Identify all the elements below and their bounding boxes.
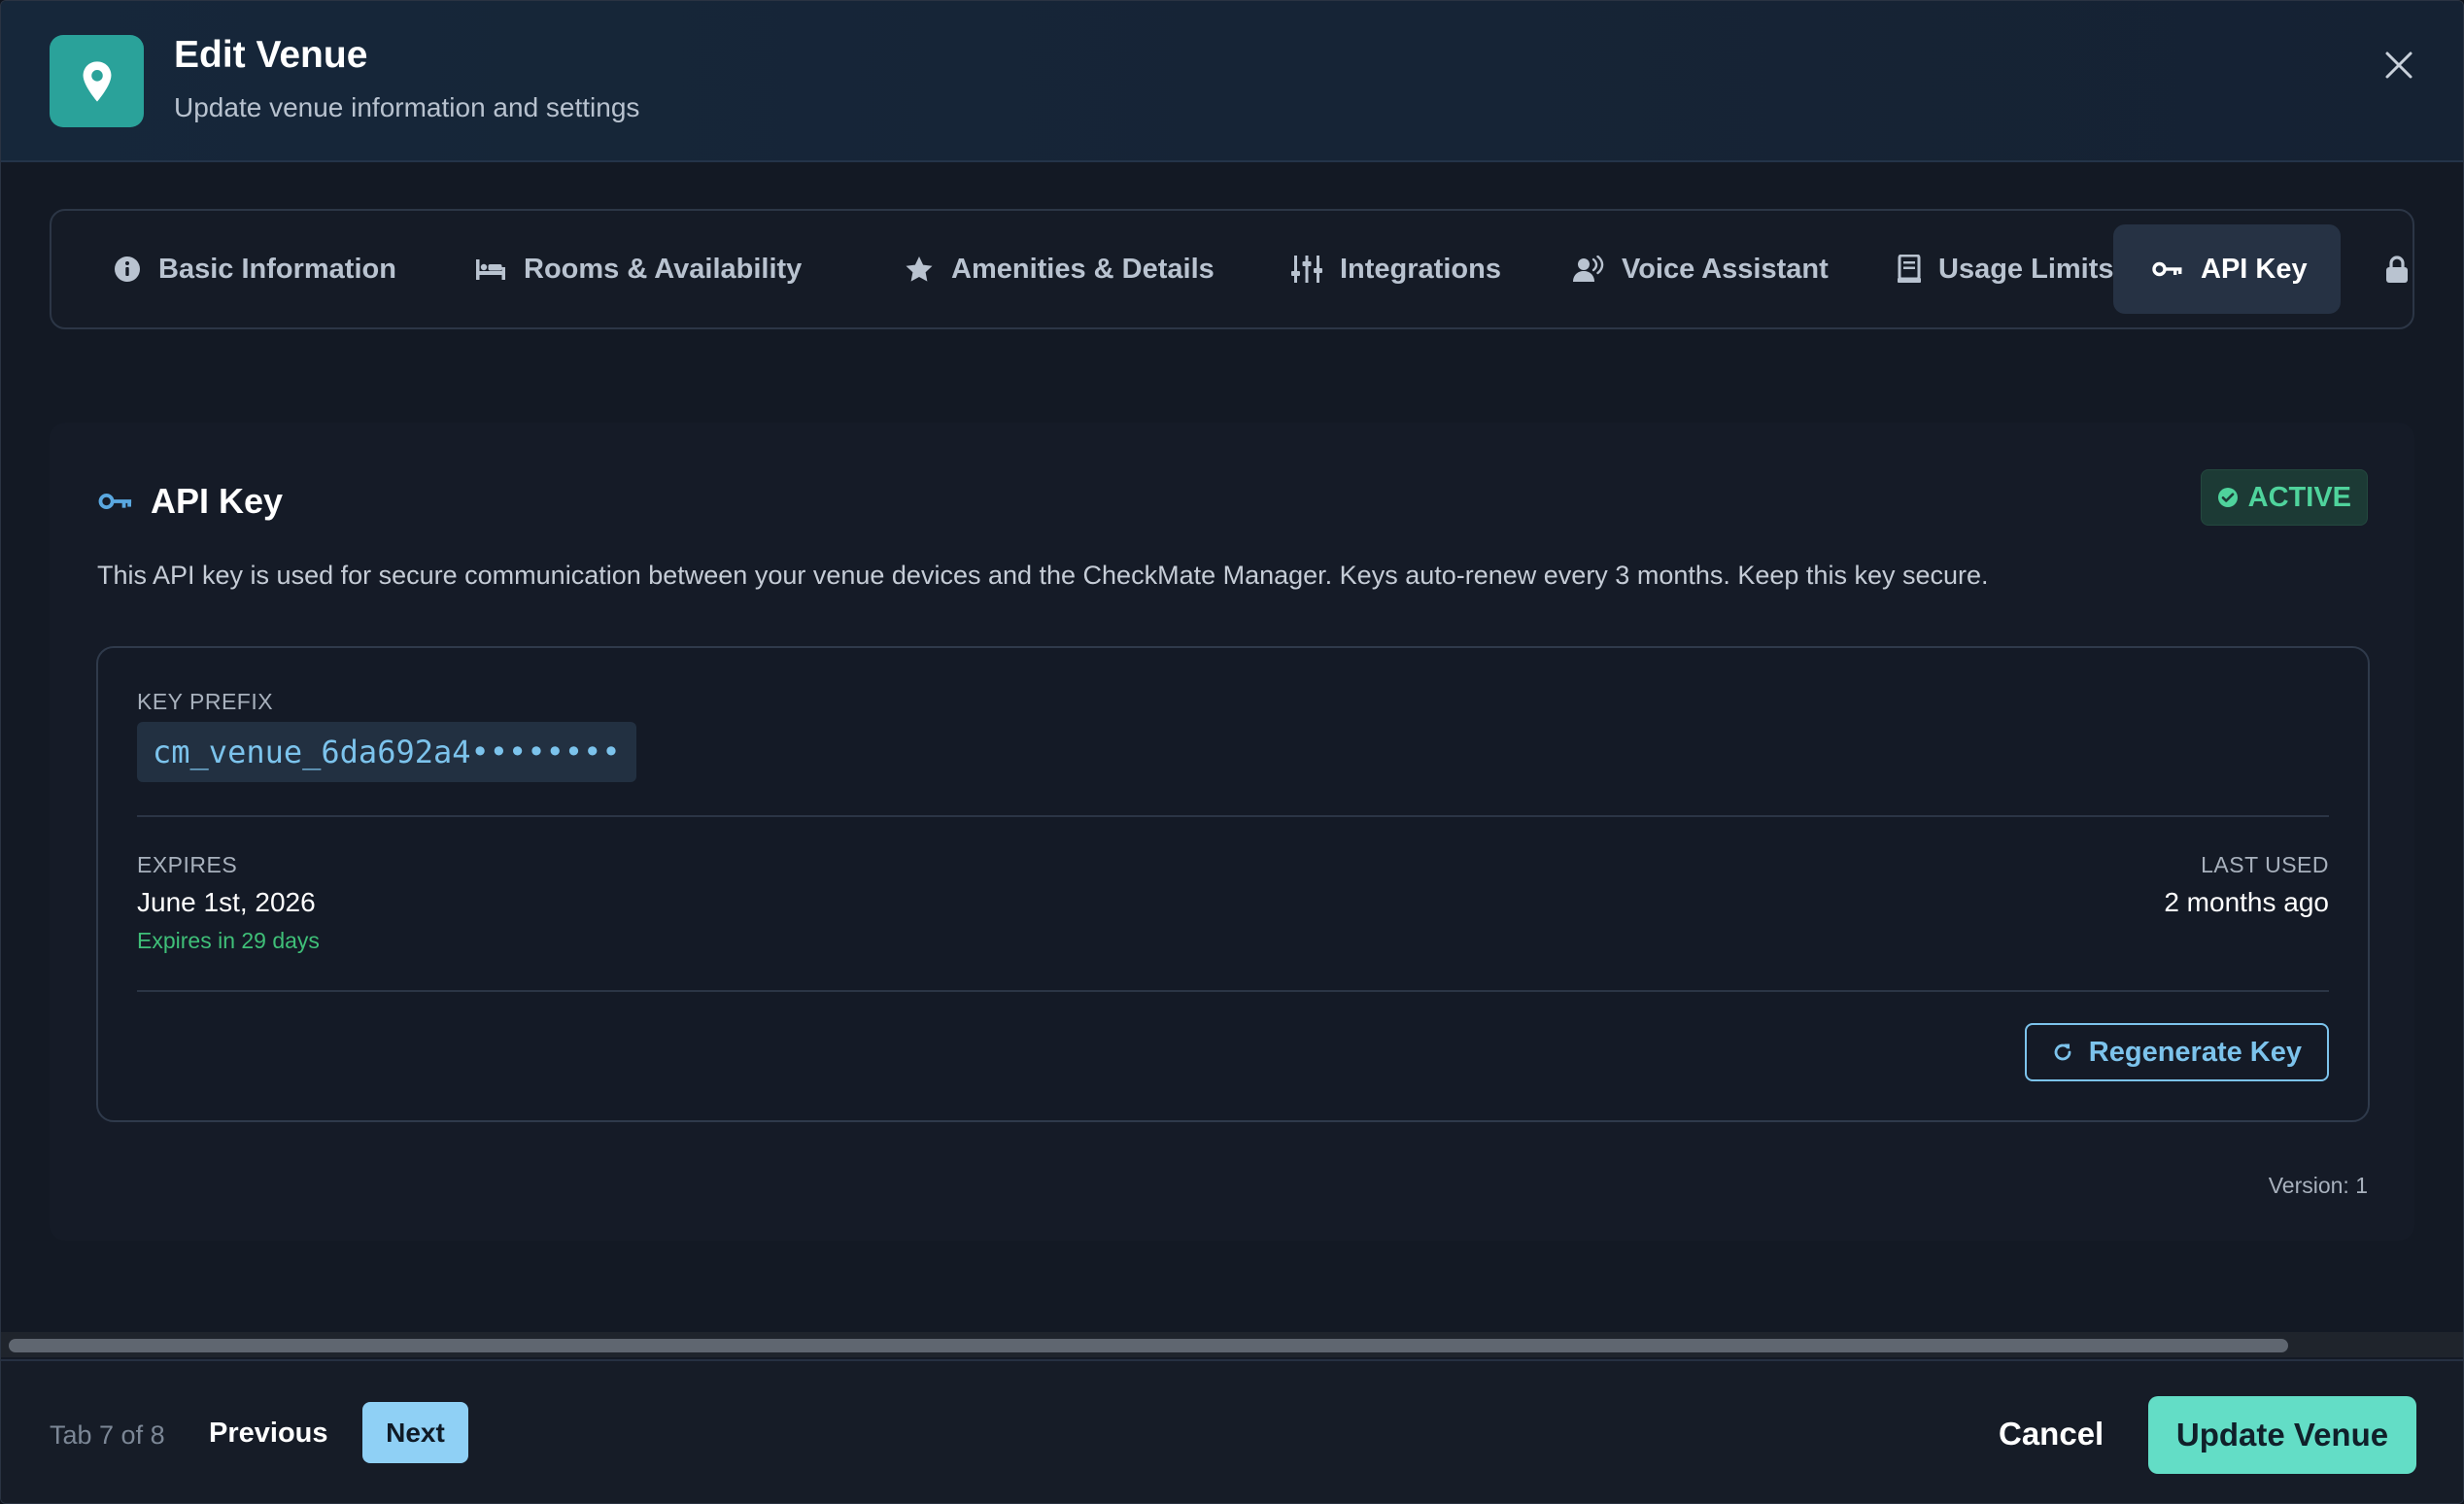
modal-subtitle: Update venue information and settings	[174, 92, 640, 122]
refresh-icon	[2054, 1043, 2071, 1061]
api-key-card: KEY PREFIX cm_venue_6da692a4•••••••• EXP…	[96, 646, 2370, 1122]
tab-label: Amenities & Details	[951, 253, 1215, 285]
tab-label: Basic Information	[158, 253, 396, 285]
divider	[137, 815, 2329, 817]
tab-voice-assistant[interactable]: Voice Assistant	[1534, 224, 1867, 314]
tab-api-key[interactable]: API Key	[2113, 224, 2341, 314]
tab-integrations[interactable]: Integrations	[1252, 224, 1540, 314]
divider	[137, 990, 2329, 992]
close-icon	[2385, 51, 2413, 79]
section-title-text: API Key	[151, 481, 284, 521]
bed-icon	[476, 259, 505, 280]
horizontal-scrollbar[interactable]	[1, 1332, 2463, 1357]
expires-note: Expires in 29 days	[137, 928, 320, 953]
api-key-description: This API key is used for secure communic…	[97, 561, 1989, 590]
tab-label: Usage Limits	[1938, 253, 2114, 285]
tab-bar: Basic Information Rooms & Availability A…	[50, 209, 2414, 329]
edit-venue-modal: Edit Venue Update venue information and …	[0, 0, 2464, 1504]
key-icon	[2152, 261, 2182, 277]
close-button[interactable]	[2378, 44, 2420, 86]
receipt-icon	[1898, 255, 1921, 283]
tab-rooms-availability[interactable]: Rooms & Availability	[436, 224, 840, 314]
tab-mc[interactable]: MC	[2376, 224, 2413, 314]
sliders-icon	[1291, 256, 1322, 283]
tab-label: Voice Assistant	[1622, 253, 1829, 285]
last-used-label: LAST USED	[2201, 852, 2329, 877]
regenerate-key-button[interactable]: Regenerate Key	[2024, 1023, 2329, 1081]
next-button[interactable]: Next	[362, 1402, 468, 1463]
map-pin-icon	[50, 35, 144, 127]
last-used-value: 2 months ago	[2164, 887, 2329, 917]
modal-header: Edit Venue Update venue information and …	[1, 1, 2463, 162]
status-badge: ACTIVE	[2200, 469, 2368, 526]
section-title: API Key	[98, 481, 283, 522]
scrollbar-thumb[interactable]	[9, 1339, 2288, 1352]
lock-icon	[2386, 256, 2408, 283]
tab-usage-limits[interactable]: Usage Limits	[1859, 224, 2153, 314]
previous-button[interactable]: Previous	[209, 1418, 328, 1450]
expires-value: June 1st, 2026	[137, 887, 316, 917]
voice-user-icon	[1573, 256, 1604, 282]
key-prefix-value[interactable]: cm_venue_6da692a4••••••••	[137, 722, 636, 782]
key-prefix-label: KEY PREFIX	[137, 689, 274, 714]
regenerate-key-label: Regenerate Key	[2088, 1036, 2302, 1068]
api-key-panel: API Key ACTIVE This API key is used for …	[50, 423, 2414, 1241]
version-text: Version: 1	[2268, 1173, 2368, 1198]
expires-label: EXPIRES	[137, 852, 238, 877]
tab-label: Integrations	[1340, 253, 1501, 285]
tab-label: API Key	[2201, 253, 2308, 285]
modal-title: Edit Venue	[174, 34, 368, 76]
status-badge-text: ACTIVE	[2247, 481, 2351, 513]
star-icon	[906, 256, 933, 282]
key-icon	[98, 494, 132, 509]
tab-basic-information[interactable]: Basic Information	[75, 224, 435, 314]
info-circle-icon	[115, 256, 140, 282]
update-venue-button[interactable]: Update Venue	[2148, 1396, 2416, 1474]
modal-body: Basic Information Rooms & Availability A…	[1, 162, 2463, 1332]
tab-label: Rooms & Availability	[524, 253, 803, 285]
tab-count: Tab 7 of 8	[50, 1420, 165, 1450]
check-circle-icon	[2217, 488, 2238, 507]
cancel-button[interactable]: Cancel	[1999, 1416, 2104, 1453]
tab-amenities-details[interactable]: Amenities & Details	[866, 224, 1253, 314]
modal-footer: Tab 7 of 8 Previous Next Cancel Update V…	[1, 1359, 2463, 1503]
